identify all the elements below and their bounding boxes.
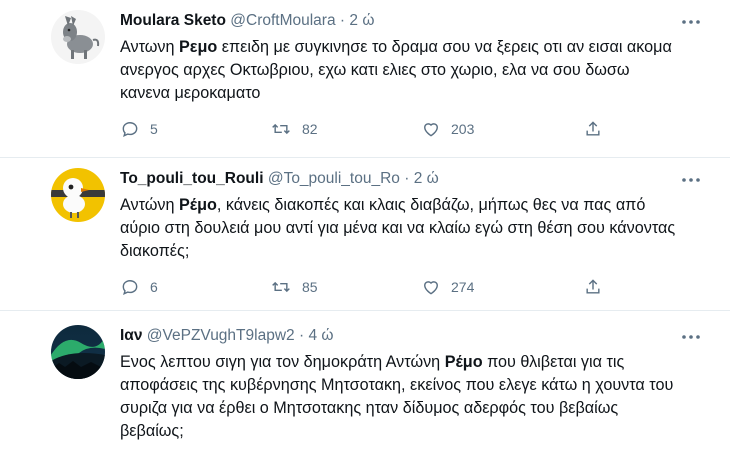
display-name[interactable]: Ιαν [120, 327, 142, 344]
tweet-text-part: Αντώνη [120, 196, 179, 214]
more-horizontal-icon[interactable] [680, 330, 702, 344]
tweet-header: Ιαν @VePZVughT9lapw2 · 4 ώ [120, 327, 333, 345]
retweet-count: 85 [302, 279, 318, 295]
more-horizontal-icon[interactable] [680, 15, 702, 29]
donkey-avatar-image [51, 10, 105, 64]
tweet-text-part: Ενος λεπτου σιγη για τον δημοκράτη Αντών… [120, 353, 445, 371]
separator-dot: · [404, 170, 410, 187]
reply-icon [122, 280, 138, 295]
tweet[interactable]: Moulara Sketo @CroftMoulara · 2 ώ Αντωνη… [0, 0, 730, 157]
bird-avatar-image [51, 168, 105, 222]
retweet-icon [272, 281, 290, 293]
tweet-text-part: Αντωνη [120, 38, 179, 56]
like-button[interactable]: 203 [421, 118, 474, 140]
share-button[interactable] [583, 118, 603, 140]
reply-button[interactable]: 6 [120, 276, 158, 298]
tweet-text: Αντωνη Ρεμο επειδη με συγκινησε το δραμα… [120, 36, 680, 105]
tweet-text-highlight: Ρέμο [444, 353, 483, 371]
like-count: 203 [451, 121, 475, 137]
tweet-text: Αντώνη Ρέμο, κάνεις διακοπές και κλαις δ… [120, 194, 680, 263]
timestamp[interactable]: 4 ώ [308, 327, 333, 344]
tweet-text: Ενος λεπτου σιγη για τον δημοκράτη Αντών… [120, 351, 680, 443]
reply-icon [122, 122, 138, 137]
separator-dot: · [298, 327, 305, 344]
display-name[interactable]: Moulara Sketo [120, 12, 226, 29]
like-count: 274 [451, 279, 475, 295]
tweet-actions: 6 85 274 [120, 276, 620, 298]
like-icon [424, 123, 438, 137]
tweet-text-highlight: Ρεμο [179, 38, 218, 56]
retweet-count: 82 [302, 121, 318, 137]
timestamp[interactable]: 2 ώ [414, 170, 439, 187]
retweet-button[interactable]: 85 [270, 276, 318, 298]
like-icon [424, 281, 438, 295]
retweet-button[interactable]: 82 [270, 118, 318, 140]
timestamp[interactable]: 2 ώ [349, 12, 374, 29]
aurora-avatar-image [51, 325, 105, 379]
handle[interactable]: @VePZVughT9lapw2 [147, 327, 295, 344]
reply-count: 6 [150, 279, 158, 295]
tweet[interactable]: To_pouli_tou_Rouli @To_pouli_tou_Ro · 2 … [0, 158, 730, 310]
display-name[interactable]: To_pouli_tou_Rouli [120, 170, 264, 187]
reply-button[interactable]: 5 [120, 118, 158, 140]
tweet[interactable]: Ιαν @VePZVughT9lapw2 · 4 ώ Ενος λεπτου σ… [0, 311, 730, 452]
share-icon [586, 121, 600, 136]
share-button[interactable] [583, 276, 603, 298]
retweet-icon [272, 123, 290, 135]
tweet-actions: 5 82 203 [120, 118, 620, 140]
avatar[interactable] [51, 168, 105, 222]
like-button[interactable]: 274 [421, 276, 474, 298]
handle[interactable]: @CroftMoulara [230, 12, 335, 29]
reply-count: 5 [150, 121, 158, 137]
handle[interactable]: @To_pouli_tou_Ro [268, 170, 400, 187]
more-horizontal-icon[interactable] [680, 173, 702, 187]
tweet-header: Moulara Sketo @CroftMoulara · 2 ώ [120, 12, 374, 30]
tweet-text-highlight: Ρέμο [179, 196, 217, 214]
separator-dot: · [339, 12, 346, 29]
avatar[interactable] [51, 325, 105, 379]
avatar[interactable] [51, 10, 105, 64]
share-icon [586, 279, 600, 294]
tweet-header: To_pouli_tou_Rouli @To_pouli_tou_Ro · 2 … [120, 170, 439, 188]
